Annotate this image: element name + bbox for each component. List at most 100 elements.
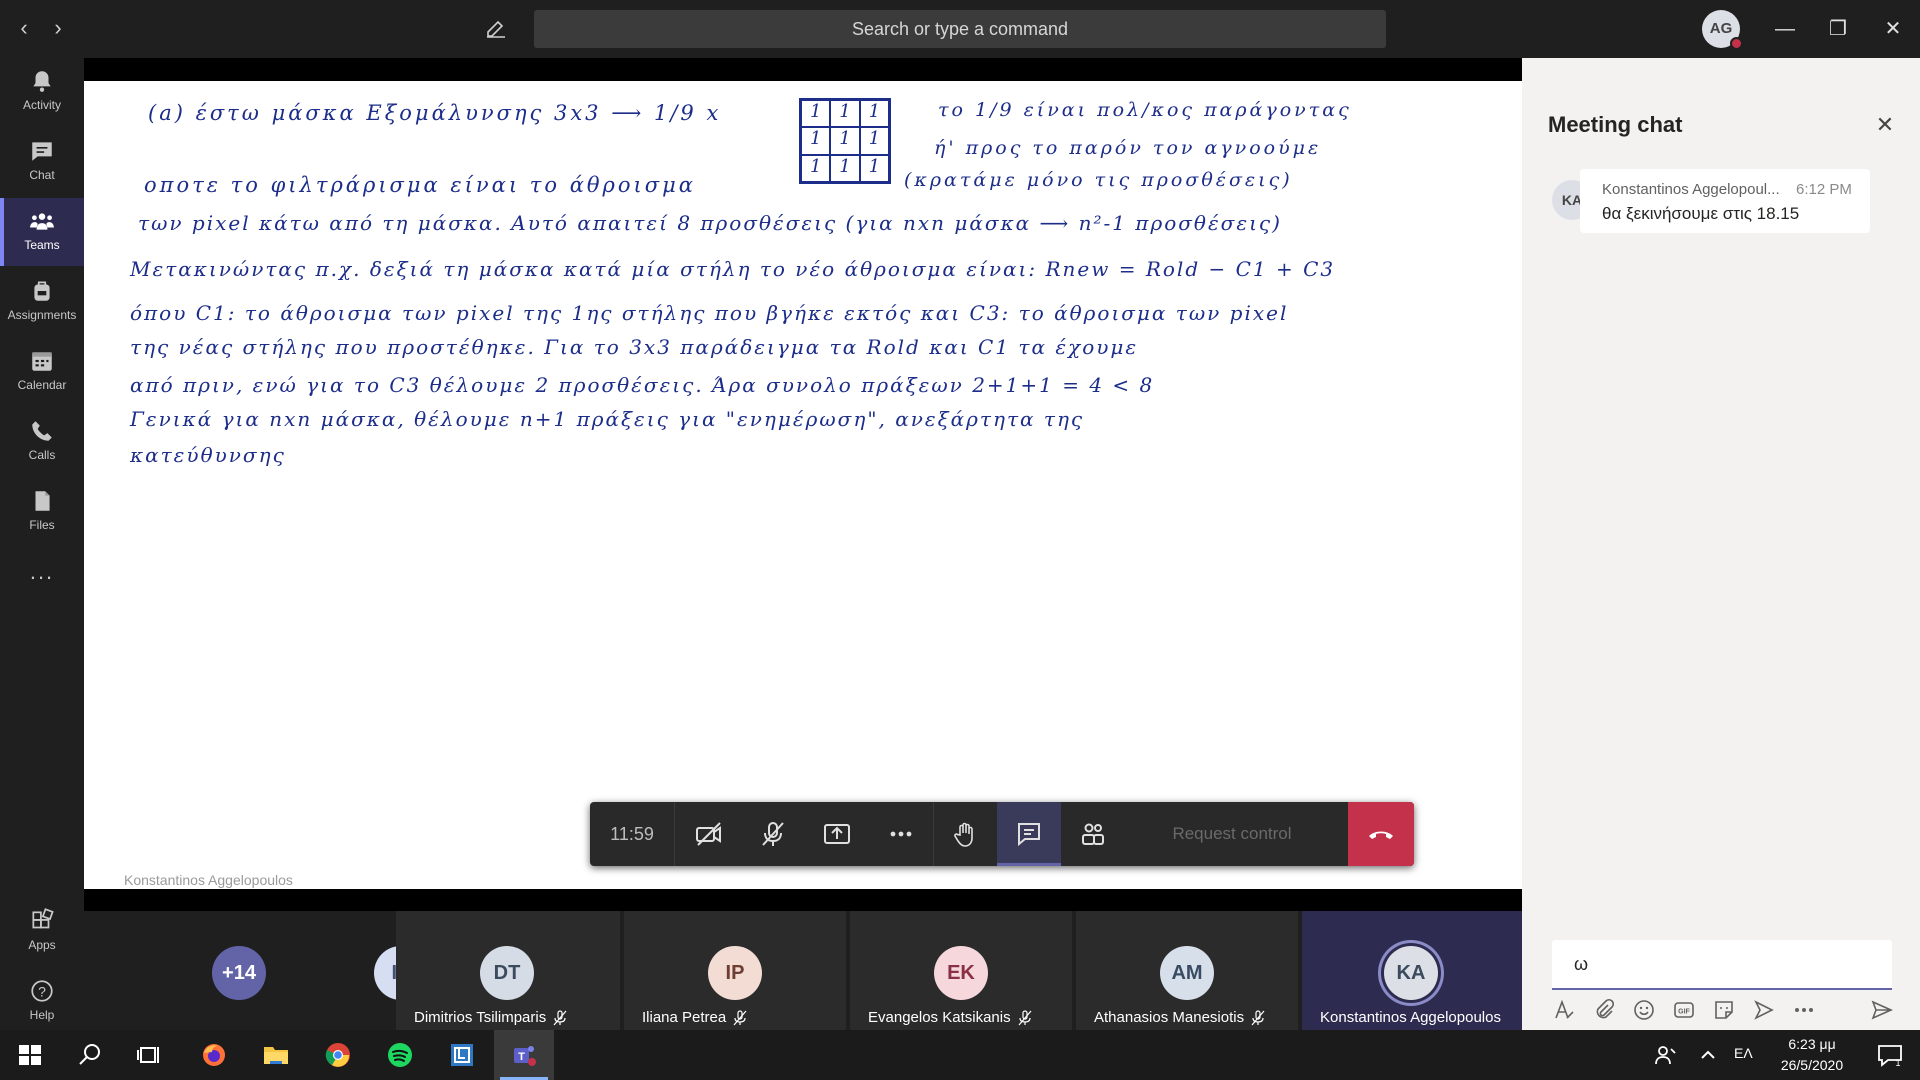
- rail-activity[interactable]: Activity: [0, 58, 84, 126]
- user-avatar[interactable]: AG: [1702, 10, 1743, 50]
- rail-chat[interactable]: Chat: [0, 128, 84, 196]
- rail-label: Chat: [29, 168, 55, 182]
- chrome-icon: [325, 1043, 350, 1067]
- send-icon[interactable]: [1870, 998, 1894, 1022]
- request-control-button[interactable]: Request control: [1152, 814, 1312, 854]
- matrix-cell: 1: [830, 100, 860, 128]
- participant-name-row: Dimitrios Tsilimparis: [414, 1009, 568, 1026]
- participant-name: Konstantinos Aggelopoulos: [1320, 1009, 1501, 1026]
- taskbar-clock[interactable]: 6:23 μμ 26/5/2020: [1772, 1034, 1852, 1076]
- task-view-button[interactable]: [120, 1030, 180, 1080]
- participant-name: Dimitrios Tsilimparis: [414, 1009, 547, 1026]
- app-window-icon: [451, 1044, 473, 1066]
- share-screen-button[interactable]: [805, 802, 869, 866]
- ones-matrix: 1 1 1 1 1 1 1 1 1: [799, 98, 891, 184]
- handwriting-line: Μετακινώντας π.χ. δεξιά τη μάσκα κατά μί…: [130, 257, 1336, 281]
- rail-apps[interactable]: Apps: [0, 898, 84, 966]
- back-arrow-icon[interactable]: ‹: [10, 14, 38, 42]
- meet-now-icon[interactable]: [1752, 998, 1776, 1022]
- chat-icon: [32, 142, 52, 161]
- windows-logo-icon: [19, 1045, 41, 1065]
- handwriting-line: όπου C1: το άθροισμα των pixel της 1ης σ…: [130, 301, 1289, 325]
- rail-more[interactable]: ...: [0, 558, 84, 598]
- avatar: AM: [1160, 946, 1214, 1000]
- participant-strip: +14 IP DT Dimitrios Tsilimparis IP Ilian…: [84, 911, 1522, 1030]
- participant-name: Iliana Petrea: [642, 1009, 727, 1026]
- more-options-icon[interactable]: [1792, 998, 1816, 1022]
- search-icon: [79, 1044, 100, 1065]
- participant-tile-overflow[interactable]: +14: [84, 911, 340, 1030]
- compose-icon[interactable]: [484, 16, 512, 44]
- rail-label: Activity: [22, 98, 61, 112]
- file-explorer-taskbar-button[interactable]: [246, 1030, 306, 1080]
- rail-label: Files: [29, 518, 55, 532]
- sticker-icon[interactable]: [1712, 998, 1736, 1022]
- chat-message[interactable]: Konstantinos Aggelopoul... 6:12 PM θα ξε…: [1580, 169, 1870, 233]
- close-icon[interactable]: ✕: [1872, 112, 1898, 138]
- format-icon[interactable]: [1552, 998, 1576, 1022]
- restore-icon[interactable]: ❐: [1823, 14, 1853, 44]
- notifications-button[interactable]: 1: [1860, 1030, 1920, 1080]
- handwriting-line: ή' προς το παρόν τον αγνοούμε: [934, 137, 1322, 159]
- start-button[interactable]: [0, 1030, 60, 1080]
- task-view-icon: [137, 1047, 159, 1063]
- rail-label: Calls: [28, 448, 56, 462]
- firefox-taskbar-button[interactable]: [184, 1030, 244, 1080]
- matrix-cell: 1: [859, 154, 889, 182]
- matrix-cell: 1: [801, 100, 831, 128]
- files-icon: [35, 491, 50, 511]
- stage-top-bar: [84, 58, 1522, 81]
- emoji-icon[interactable]: [1632, 998, 1656, 1022]
- title-bar: ‹ › Search or type a command AG — ❐ ✕: [0, 0, 1920, 58]
- bell-icon: [33, 71, 51, 92]
- participant-tile[interactable]: EK Evangelos Katsikanis: [850, 911, 1072, 1030]
- forward-arrow-icon[interactable]: ›: [44, 14, 72, 42]
- share-tray-icon: [824, 824, 850, 844]
- participant-tile[interactable]: AM Athanasios Manesiotis: [1076, 911, 1298, 1030]
- user-initials: AG: [1709, 20, 1733, 37]
- rail-files[interactable]: Files: [0, 478, 84, 546]
- rail-calendar[interactable]: Calendar: [0, 338, 84, 406]
- participant-tile[interactable]: DT Dimitrios Tsilimparis: [396, 911, 620, 1030]
- teams-taskbar-button[interactable]: T: [494, 1030, 554, 1080]
- raise-hand-button[interactable]: [933, 802, 997, 866]
- show-conversation-button[interactable]: [997, 802, 1061, 866]
- taskbar-search-button[interactable]: [60, 1030, 120, 1080]
- rail-assignments[interactable]: Assignments: [0, 268, 84, 336]
- clock-date: 26/5/2020: [1780, 1057, 1844, 1073]
- spotify-taskbar-button[interactable]: [370, 1030, 430, 1080]
- participant-name-row: Iliana Petrea: [642, 1009, 748, 1026]
- spotify-icon: [388, 1043, 412, 1067]
- participant-tile-active-speaker[interactable]: KA Konstantinos Aggelopoulos: [1302, 911, 1522, 1030]
- chrome-taskbar-button[interactable]: [308, 1030, 368, 1080]
- camera-off-icon: [696, 822, 721, 846]
- mic-off-icon: [733, 1010, 747, 1026]
- participant-tile[interactable]: IP Iliana Petrea: [624, 911, 846, 1030]
- overflow-count: +14: [212, 946, 266, 1000]
- camera-toggle-button[interactable]: [677, 802, 741, 866]
- search-input[interactable]: Search or type a command: [534, 10, 1386, 48]
- gif-icon[interactable]: GIF: [1672, 998, 1696, 1022]
- attach-icon[interactable]: [1592, 998, 1616, 1022]
- app-taskbar-button[interactable]: [432, 1030, 492, 1080]
- chat-compose-input[interactable]: ω: [1552, 940, 1892, 990]
- show-participants-button[interactable]: [1061, 802, 1125, 866]
- rail-calls[interactable]: Calls: [0, 408, 84, 476]
- minimize-icon[interactable]: —: [1770, 14, 1800, 44]
- rail-help[interactable]: ? Help: [0, 968, 84, 1036]
- conversation-icon: [1018, 823, 1040, 847]
- participant-name: Athanasios Manesiotis: [1094, 1009, 1245, 1026]
- more-actions-button[interactable]: [869, 802, 933, 866]
- rail-teams[interactable]: Teams: [0, 198, 84, 266]
- message-author: Konstantinos Aggelopoul...: [1602, 181, 1780, 198]
- language-indicator[interactable]: ΕΛ: [1734, 1045, 1753, 1061]
- presenter-name: Konstantinos Aggelopoulos: [124, 872, 293, 888]
- mic-off-icon: [762, 822, 784, 846]
- mic-toggle-button[interactable]: [741, 802, 805, 866]
- close-window-icon[interactable]: ✕: [1878, 14, 1908, 44]
- teams-icon: [30, 213, 54, 230]
- show-hidden-icons-button[interactable]: [1678, 1030, 1728, 1080]
- stage-bottom-bar: [84, 889, 1522, 911]
- hang-up-button[interactable]: [1348, 802, 1414, 866]
- more-icon: ...: [29, 559, 55, 584]
